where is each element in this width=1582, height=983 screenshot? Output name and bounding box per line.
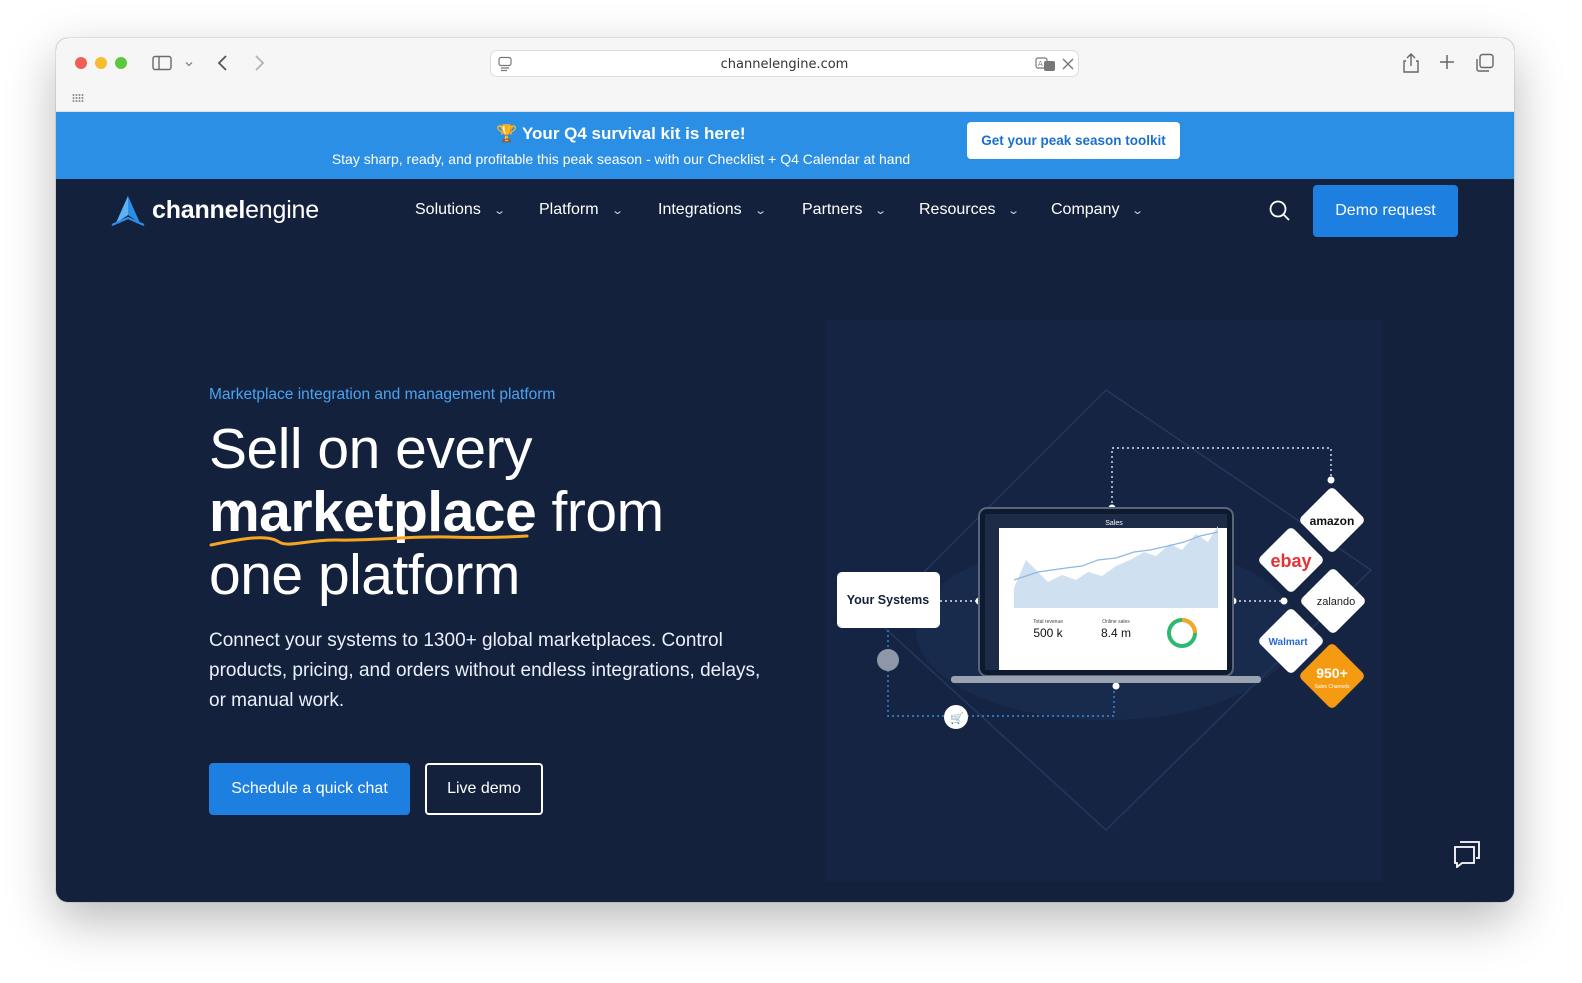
zoom-window-button[interactable] (115, 57, 127, 69)
svg-text:8.4 m: 8.4 m (1101, 626, 1131, 640)
channelengine-logo[interactable]: channelengine (110, 193, 319, 227)
hero-description: Connect your systems to 1300+ global mar… (209, 630, 761, 711)
schedule-chat-button[interactable]: Schedule a quick chat (209, 763, 410, 815)
tabs-overview-icon[interactable] (1475, 53, 1495, 77)
promo-banner: 🏆 Your Q4 survival kit is here! Stay sha… (56, 112, 1514, 179)
main-navigation: channelengine Solutions ⌄ Platform ⌄ Integ… (56, 179, 1514, 245)
nav-item-label: Company (1051, 201, 1120, 218)
svg-text:A: A (1038, 60, 1043, 68)
address-bar[interactable]: channelengine.com A (490, 50, 1079, 77)
nav-item-label: Partners (802, 201, 863, 218)
sidebar-icon[interactable] (152, 55, 172, 75)
hero-eyebrow: Marketplace integration and management p… (209, 386, 556, 403)
squiggle-underline-icon (209, 534, 529, 547)
svg-text:Online sales: Online sales (1102, 619, 1130, 625)
amazon-logo: amazon (1310, 514, 1355, 528)
nav-item-platform[interactable]: Platform ⌄ (539, 201, 624, 219)
zalando-logo: zalando (1317, 596, 1356, 608)
chevron-down-icon: ⌄ (874, 204, 888, 217)
heading-line-2: marketplace from (209, 481, 664, 547)
live-demo-button[interactable]: Live demo (425, 763, 543, 815)
demo-request-button[interactable]: Demo request (1313, 185, 1458, 237)
integration-diagram: 🛒 Your Systems Sales Total revenue 500 k… (826, 320, 1382, 882)
close-window-button[interactable] (75, 57, 87, 69)
url-text: channelengine.com (720, 57, 849, 72)
chat-icon[interactable] (1452, 838, 1482, 873)
search-icon[interactable] (1268, 199, 1292, 228)
chevron-down-icon[interactable] (184, 57, 194, 73)
channel-count: 950+ (1316, 665, 1348, 681)
chevron-down-icon: ⌄ (753, 204, 767, 217)
nav-item-partners[interactable]: Partners ⌄ (802, 201, 888, 219)
svg-text:500 k: 500 k (1033, 626, 1063, 640)
heading-line-3: one platform (209, 543, 520, 607)
nav-item-label: Integrations (658, 201, 742, 218)
screen-title: Sales (1105, 520, 1123, 527)
nav-item-label: Platform (539, 201, 599, 218)
walmart-logo: Walmart (1268, 637, 1308, 648)
nav-item-integrations[interactable]: Integrations ⌄ (658, 201, 767, 219)
hero-illustration: 🛒 Your Systems Sales Total revenue 500 k… (826, 320, 1382, 882)
chevron-down-icon: ⌄ (1007, 204, 1021, 217)
logo-wordmark: channelengine (152, 195, 319, 224)
forward-icon[interactable] (252, 54, 266, 76)
heading-line-1: Sell on every (209, 417, 533, 481)
nav-item-resources[interactable]: Resources ⌄ (919, 201, 1021, 219)
your-systems-label: Your Systems (847, 593, 929, 607)
chevron-down-icon: ⌄ (492, 204, 506, 217)
translate-icon[interactable]: A (1035, 56, 1057, 76)
minimize-window-button[interactable] (95, 57, 107, 69)
ebay-logo: ebay (1270, 551, 1311, 571)
share-icon[interactable] (1402, 52, 1420, 78)
peak-season-toolkit-button[interactable]: Get your peak season toolkit (967, 122, 1180, 159)
nav-item-solutions[interactable]: Solutions ⌄ (415, 201, 506, 219)
new-tab-icon[interactable] (1439, 54, 1455, 74)
nav-item-label: Resources (919, 201, 996, 218)
chevron-down-icon: ⌄ (610, 204, 624, 217)
close-icon[interactable] (1061, 56, 1075, 76)
svg-text:Total revenue: Total revenue (1033, 619, 1063, 625)
logo-mark-icon (111, 196, 145, 226)
extensions-grid-icon[interactable] (72, 91, 84, 107)
nav-item-company[interactable]: Company ⌄ (1051, 201, 1145, 219)
back-icon[interactable] (216, 54, 230, 76)
browser-window: channelengine.com A 🏆 Your Q4 survival k… (56, 38, 1514, 902)
hero-heading: Sell on every marketplace from one platf… (209, 418, 664, 607)
browser-toolbar: channelengine.com A (56, 38, 1514, 112)
svg-text:Sales Channels: Sales Channels (1314, 684, 1350, 690)
chevron-down-icon: ⌄ (1131, 204, 1145, 217)
svg-text:🛒: 🛒 (950, 712, 964, 725)
nav-item-label: Solutions (415, 201, 481, 218)
